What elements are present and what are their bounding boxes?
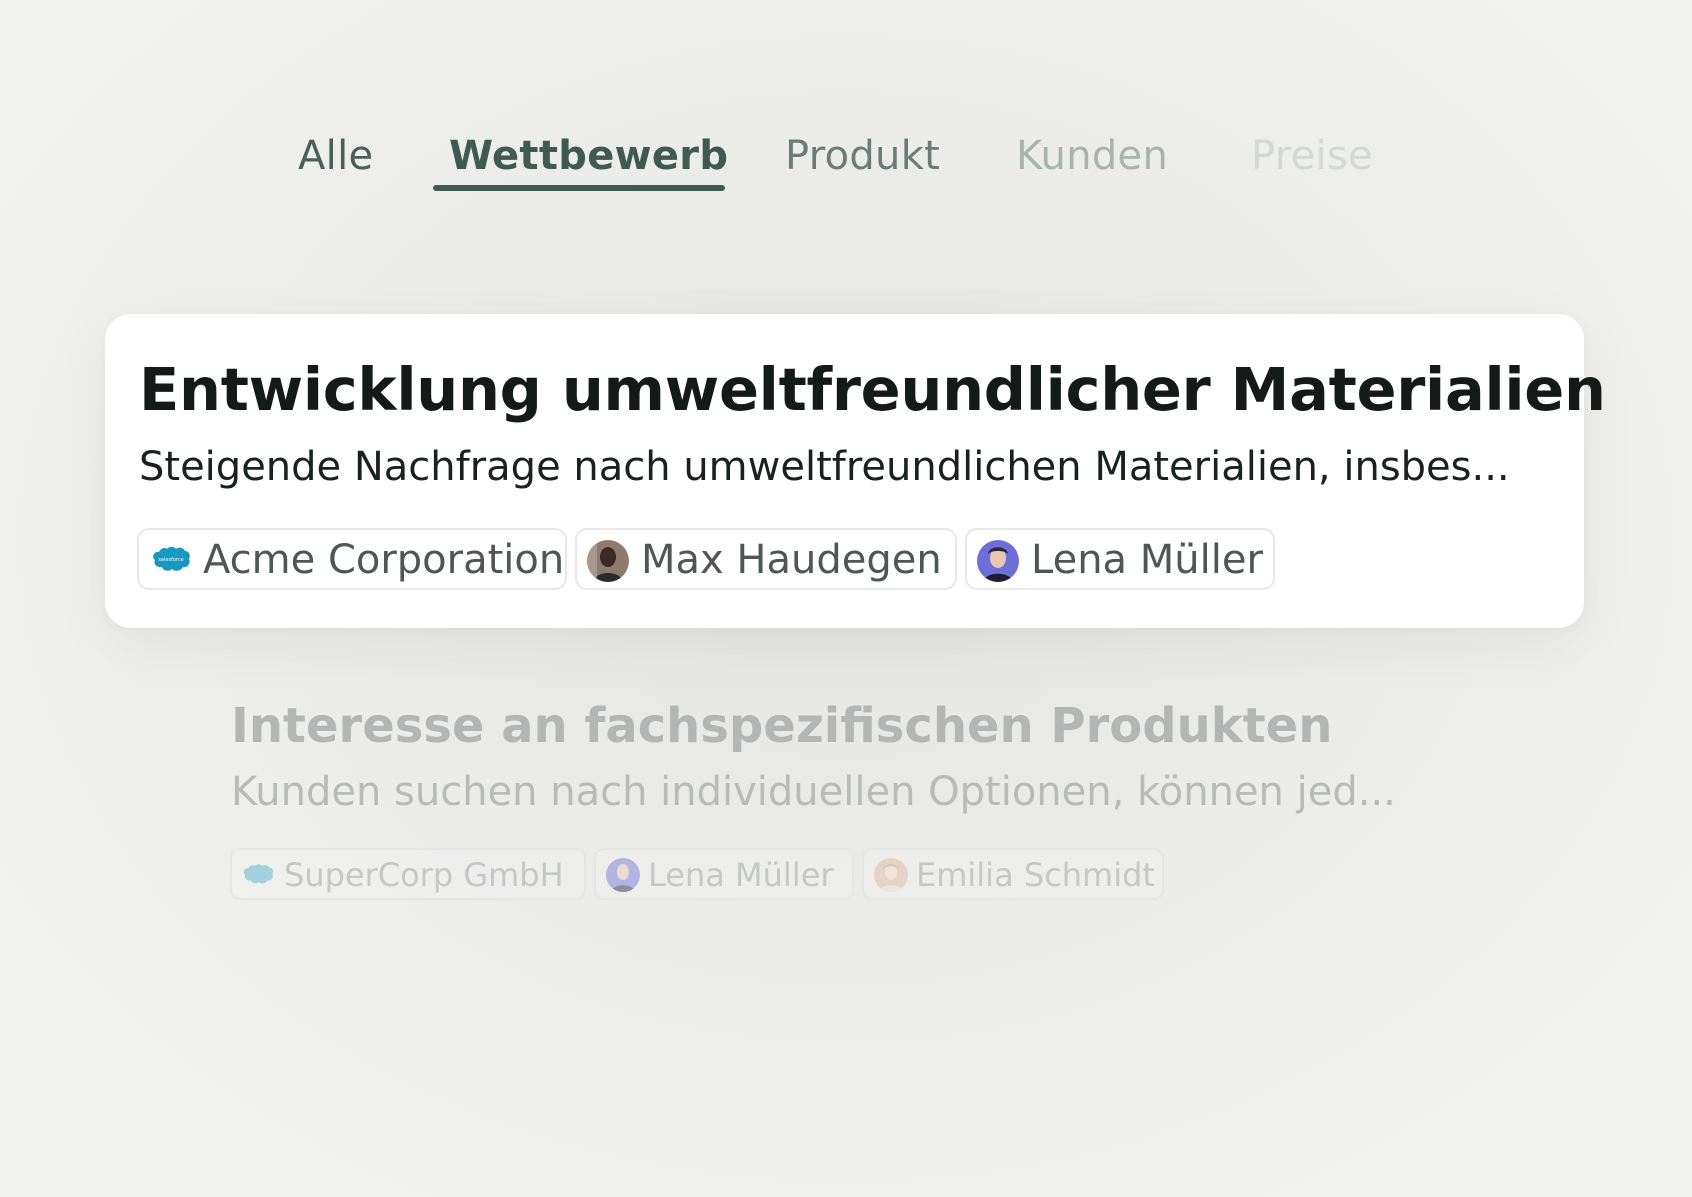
insight-description: Steigende Nachfrage nach umweltfreundlic… — [139, 444, 1510, 490]
tag-chip-person[interactable]: Lena Müller — [594, 848, 854, 900]
insight-title: Interesse an fachspezifischen Produkten — [231, 698, 1333, 754]
tab-produkt[interactable]: Produkt — [785, 130, 940, 182]
salesforce-icon: salesforce — [153, 546, 190, 571]
avatar — [874, 858, 908, 892]
tag-label: Lena Müller — [648, 856, 834, 894]
svg-text:salesforce: salesforce — [158, 557, 183, 563]
tag-label: SuperCorp GmbH — [284, 856, 564, 894]
avatar — [606, 858, 640, 892]
tag-chip-person[interactable]: Emilia Schmidt — [862, 848, 1164, 900]
avatar — [587, 540, 629, 582]
tag-chip-company[interactable]: salesforce Acme Corporation — [137, 528, 567, 590]
tab-preise[interactable]: Preise — [1251, 130, 1373, 182]
avatar — [977, 540, 1019, 582]
insight-description: Kunden suchen nach individuellen Optione… — [231, 769, 1396, 815]
tab-alle[interactable]: Alle — [298, 130, 373, 182]
tab-kunden[interactable]: Kunden — [1016, 130, 1168, 182]
tab-bar: Alle Wettbewerb Produkt Kunden Preise — [0, 118, 1692, 198]
tag-label: Lena Müller — [1031, 537, 1263, 583]
page: Alle Wettbewerb Produkt Kunden Preise En… — [0, 0, 1692, 1197]
salesforce-icon — [243, 864, 274, 884]
insight-title: Entwicklung umweltfreundlicher Materiali… — [139, 355, 1606, 424]
insight-card[interactable]: Entwicklung umweltfreundlicher Materiali… — [105, 314, 1606, 628]
tag-chip-person[interactable]: Lena Müller — [965, 528, 1275, 590]
tag-label: Max Haudegen — [641, 537, 942, 583]
active-tab-indicator — [433, 185, 725, 191]
tag-chip-company[interactable]: SuperCorp GmbH — [230, 848, 586, 900]
tag-chip-person[interactable]: Max Haudegen — [575, 528, 957, 590]
tag-label: Emilia Schmidt — [916, 856, 1155, 894]
tab-wettbewerb[interactable]: Wettbewerb — [449, 130, 728, 182]
tag-label: Acme Corporation — [203, 537, 565, 583]
